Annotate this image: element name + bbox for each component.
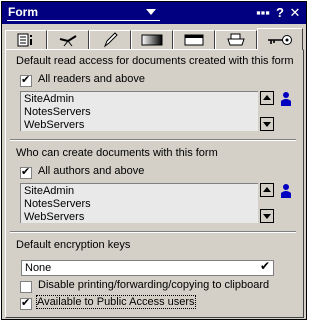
arrow-up-icon <box>263 187 271 192</box>
form-properties-window: Form ▪▪▪ ? ✕ Default read access for doc… <box>1 1 307 320</box>
gradient-icon <box>141 34 163 46</box>
authors-scroll-down-button[interactable] <box>260 209 274 223</box>
tab-security[interactable] <box>257 28 303 50</box>
arrow-down-icon <box>263 122 271 127</box>
readers-list[interactable]: SiteAdmin NotesServers WebServers <box>20 91 258 131</box>
authors-address-book-button[interactable] <box>280 183 292 199</box>
key-icon <box>268 34 292 45</box>
object-selector-label: Form <box>8 5 38 19</box>
disable-printing-checkbox[interactable] <box>20 281 32 293</box>
tab-printing[interactable] <box>215 30 257 49</box>
readers-scroll-down-button[interactable] <box>260 117 274 131</box>
public-access-checkbox[interactable] <box>20 296 32 310</box>
tab-background[interactable] <box>131 30 173 49</box>
readers-address-book-button[interactable] <box>280 91 292 107</box>
read-access-heading: Default read access for documents create… <box>16 55 294 67</box>
chevron-down-icon <box>146 9 156 15</box>
section-divider <box>10 231 296 233</box>
section-divider <box>10 139 296 141</box>
printer-icon <box>227 33 245 46</box>
propeller-icon <box>59 35 77 47</box>
all-authors-label: All authors and above <box>38 165 145 177</box>
public-access-label: Available to Public Access users <box>36 295 196 309</box>
list-item[interactable]: WebServers <box>24 119 84 132</box>
tab-design[interactable] <box>89 30 131 49</box>
arrow-down-icon <box>263 214 271 219</box>
close-button[interactable]: ✕ <box>288 5 302 20</box>
create-access-heading: Who can create documents with this form <box>16 147 218 159</box>
tab-info[interactable] <box>5 30 47 49</box>
list-item[interactable]: SiteAdmin <box>24 93 74 106</box>
encryption-keys-field[interactable]: None <box>21 260 274 276</box>
list-item[interactable]: NotesServers <box>24 106 91 119</box>
encryption-heading: Default encryption keys <box>16 239 131 251</box>
list-item[interactable]: SiteAdmin <box>24 185 74 198</box>
tab-header[interactable] <box>173 30 215 49</box>
all-authors-checkbox[interactable] <box>20 165 32 179</box>
title-bar: Form ▪▪▪ ? ✕ <box>2 2 306 24</box>
info-icon <box>17 33 32 47</box>
help-button[interactable]: ? <box>274 5 286 20</box>
list-item[interactable]: NotesServers <box>24 198 91 211</box>
authors-list[interactable]: SiteAdmin NotesServers WebServers <box>20 183 258 223</box>
all-readers-label: All readers and above <box>38 73 146 85</box>
list-item[interactable]: WebServers <box>24 211 84 224</box>
arrow-up-icon <box>263 95 271 100</box>
more-options-button[interactable]: ▪▪▪ <box>254 5 272 20</box>
disable-printing-label: Disable printing/forwarding/copying to c… <box>38 279 270 291</box>
pen-icon <box>103 32 118 48</box>
tab-launch[interactable] <box>47 30 89 49</box>
window-icon <box>184 34 204 46</box>
encryption-keys-value: None <box>25 262 52 274</box>
tab-strip <box>5 28 304 50</box>
object-selector-dropdown[interactable]: Form <box>7 5 160 21</box>
readers-scroll-up-button[interactable] <box>260 91 274 105</box>
checkmark-icon[interactable]: ✔ <box>260 259 270 273</box>
all-readers-checkbox[interactable] <box>20 73 32 87</box>
authors-scroll-up-button[interactable] <box>260 183 274 197</box>
